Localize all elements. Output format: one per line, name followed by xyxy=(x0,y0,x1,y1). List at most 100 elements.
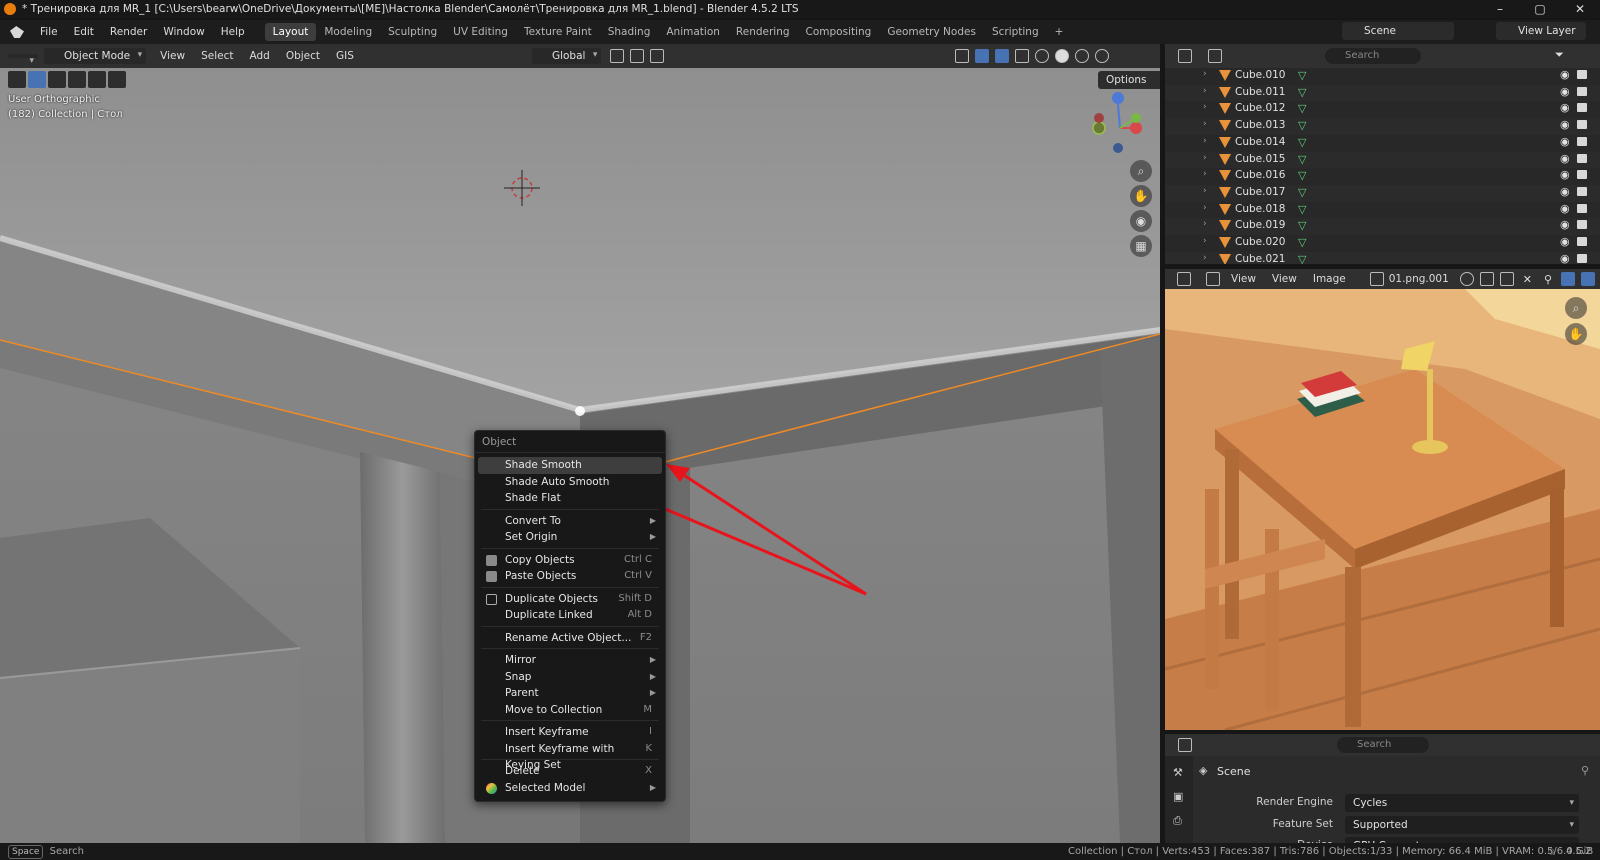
tab-layout[interactable]: Layout xyxy=(264,23,317,41)
eye-icon[interactable]: ◉ xyxy=(1560,218,1570,231)
display-mode-icon[interactable] xyxy=(1208,49,1222,63)
pin-icon[interactable]: ⚲ xyxy=(1544,273,1552,286)
viewport-menu-view[interactable]: View xyxy=(152,50,193,62)
expand-chevron-icon[interactable]: › xyxy=(1203,203,1207,213)
menu-item-copy-objects[interactable]: Copy Objects Ctrl C xyxy=(478,552,662,569)
outliner-item-name[interactable]: Cube.011 xyxy=(1235,86,1286,98)
expand-chevron-icon[interactable]: › xyxy=(1203,153,1207,163)
overlay-toggle-icon[interactable] xyxy=(995,49,1010,63)
mesh-data-icon[interactable]: ▽ xyxy=(1298,136,1306,149)
menu-item-snap[interactable]: Snap ▶ xyxy=(478,669,662,686)
mesh-data-icon[interactable]: ▽ xyxy=(1298,219,1306,232)
menu-item-paste-objects[interactable]: Paste Objects Ctrl V xyxy=(478,568,662,585)
tab-texture-paint[interactable]: Texture Paint xyxy=(516,23,600,41)
outliner-item[interactable]: › Cube.012 ▽ ◉ xyxy=(1165,101,1600,118)
image-pan-icon[interactable]: ✋ xyxy=(1565,323,1587,345)
tool-tab-icon[interactable]: ⚒ xyxy=(1173,766,1183,779)
feature-set-dropdown[interactable]: Supported xyxy=(1345,816,1579,834)
eye-icon[interactable]: ◉ xyxy=(1560,101,1570,114)
image-zoom-icon[interactable]: ⌕ xyxy=(1565,297,1587,319)
expand-chevron-icon[interactable]: › xyxy=(1203,102,1207,112)
render-engine-dropdown[interactable]: Cycles xyxy=(1345,794,1579,812)
eye-icon[interactable]: ◉ xyxy=(1560,68,1570,81)
eye-icon[interactable]: ◉ xyxy=(1560,152,1570,165)
camera-render-icon[interactable] xyxy=(1577,170,1587,180)
outliner-item[interactable]: › Cube.021 ▽ ◉ xyxy=(1165,251,1600,264)
open-image-icon[interactable] xyxy=(1499,272,1514,286)
tab-sculpting[interactable]: Sculpting xyxy=(380,23,445,41)
mesh-data-icon[interactable]: ▽ xyxy=(1298,169,1306,182)
add-workspace-button[interactable]: + xyxy=(1047,23,1072,41)
camera-render-icon[interactable] xyxy=(1577,153,1587,163)
blender-menu-icon[interactable] xyxy=(10,26,24,38)
maximize-button[interactable]: ▢ xyxy=(1520,0,1560,18)
outliner-item[interactable]: › Cube.014 ▽ ◉ xyxy=(1165,135,1600,152)
xray-icon[interactable] xyxy=(1015,49,1030,63)
new-image-icon[interactable] xyxy=(1479,272,1494,286)
expand-chevron-icon[interactable]: › xyxy=(1203,186,1207,196)
viewport-menu-gis[interactable]: GIS xyxy=(328,50,362,62)
minimize-button[interactable]: – xyxy=(1480,0,1520,18)
expand-chevron-icon[interactable]: › xyxy=(1203,119,1207,129)
outliner-item[interactable]: › Cube.020 ▽ ◉ xyxy=(1165,235,1600,252)
zoom-icon[interactable]: ⌕ xyxy=(1130,160,1152,182)
render-tab-icon[interactable]: ▣ xyxy=(1173,790,1183,803)
select-extend-icon[interactable] xyxy=(48,71,66,88)
wireframe-shading-icon[interactable] xyxy=(1035,49,1050,63)
tab-geometry-nodes[interactable]: Geometry Nodes xyxy=(879,23,984,41)
outliner-item-name[interactable]: Cube.012 xyxy=(1235,102,1286,114)
image-menu-view[interactable]: View xyxy=(1264,273,1305,285)
eye-icon[interactable]: ◉ xyxy=(1560,135,1570,148)
pin-icon[interactable]: ⚲ xyxy=(1581,764,1589,777)
outliner-item[interactable]: › Cube.017 ▽ ◉ xyxy=(1165,184,1600,202)
menu-item-shade-smooth[interactable]: Shade Smooth xyxy=(478,457,662,474)
expand-chevron-icon[interactable]: › xyxy=(1203,136,1207,146)
tab-compositing[interactable]: Compositing xyxy=(798,23,880,41)
pan-hand-icon[interactable]: ✋ xyxy=(1130,185,1152,207)
eye-icon[interactable]: ◉ xyxy=(1560,85,1570,98)
camera-render-icon[interactable] xyxy=(1577,253,1587,263)
ortho-grid-icon[interactable]: ▦ xyxy=(1130,235,1152,257)
camera-render-icon[interactable] xyxy=(1577,220,1587,230)
image-editor-type-icon[interactable] xyxy=(1177,272,1191,286)
select-intersect-icon[interactable] xyxy=(108,71,126,88)
outliner-item-name[interactable]: Cube.019 xyxy=(1235,219,1286,231)
tweak-tool-icon[interactable] xyxy=(8,71,26,88)
viewport-menu-object[interactable]: Object xyxy=(278,50,328,62)
outliner-search-input[interactable]: Search xyxy=(1325,48,1421,64)
menu-help[interactable]: Help xyxy=(213,26,253,38)
select-invert-icon[interactable] xyxy=(88,71,106,88)
menu-item-rename-active-object[interactable]: Rename Active Object... F2 xyxy=(478,630,662,647)
output-tab-icon[interactable]: ⎙ xyxy=(1173,814,1182,828)
mesh-data-icon[interactable]: ▽ xyxy=(1298,186,1306,199)
select-new-icon[interactable] xyxy=(28,71,46,88)
camera-render-icon[interactable] xyxy=(1577,103,1587,113)
editor-type-dropdown[interactable] xyxy=(8,54,38,66)
outliner-item-name[interactable]: Cube.021 xyxy=(1235,253,1286,264)
scene-selector[interactable]: Scene xyxy=(1342,22,1454,40)
camera-render-icon[interactable] xyxy=(1577,86,1587,96)
outliner-item[interactable]: › Cube.018 ▽ ◉ xyxy=(1165,202,1600,219)
options-dropdown[interactable]: Options xyxy=(1098,71,1160,89)
menu-item-selected-model[interactable]: Selected Model ▶ xyxy=(478,780,662,797)
mesh-data-icon[interactable]: ▽ xyxy=(1298,86,1306,99)
image-menu-view-mode[interactable]: View xyxy=(1223,273,1264,285)
camera-render-icon[interactable] xyxy=(1577,70,1587,79)
outliner-item[interactable]: › Cube.011 ▽ ◉ xyxy=(1165,84,1600,102)
overlay-icon[interactable] xyxy=(1581,272,1596,286)
tab-scripting[interactable]: Scripting xyxy=(984,23,1047,41)
camera-render-icon[interactable] xyxy=(1577,237,1587,246)
menu-item-insert-keyframe-keying-set[interactable]: Insert Keyframe with Keying Set K xyxy=(478,741,662,772)
camera-render-icon[interactable] xyxy=(1577,120,1587,130)
gizmo-icon[interactable] xyxy=(1561,272,1576,286)
outliner-item-name[interactable]: Cube.010 xyxy=(1235,69,1286,81)
menu-window[interactable]: Window xyxy=(155,26,212,38)
tab-uv-editing[interactable]: UV Editing xyxy=(445,23,516,41)
mesh-data-icon[interactable]: ▽ xyxy=(1298,69,1306,82)
menu-edit[interactable]: Edit xyxy=(66,26,102,38)
tab-modeling[interactable]: Modeling xyxy=(316,23,380,41)
properties-editor-type-icon[interactable] xyxy=(1178,738,1192,752)
outliner-item[interactable]: › Cube.013 ▽ ◉ xyxy=(1165,118,1600,135)
visibility-icon[interactable] xyxy=(955,49,970,63)
reference-image[interactable]: ⌕ ✋ xyxy=(1165,289,1600,730)
